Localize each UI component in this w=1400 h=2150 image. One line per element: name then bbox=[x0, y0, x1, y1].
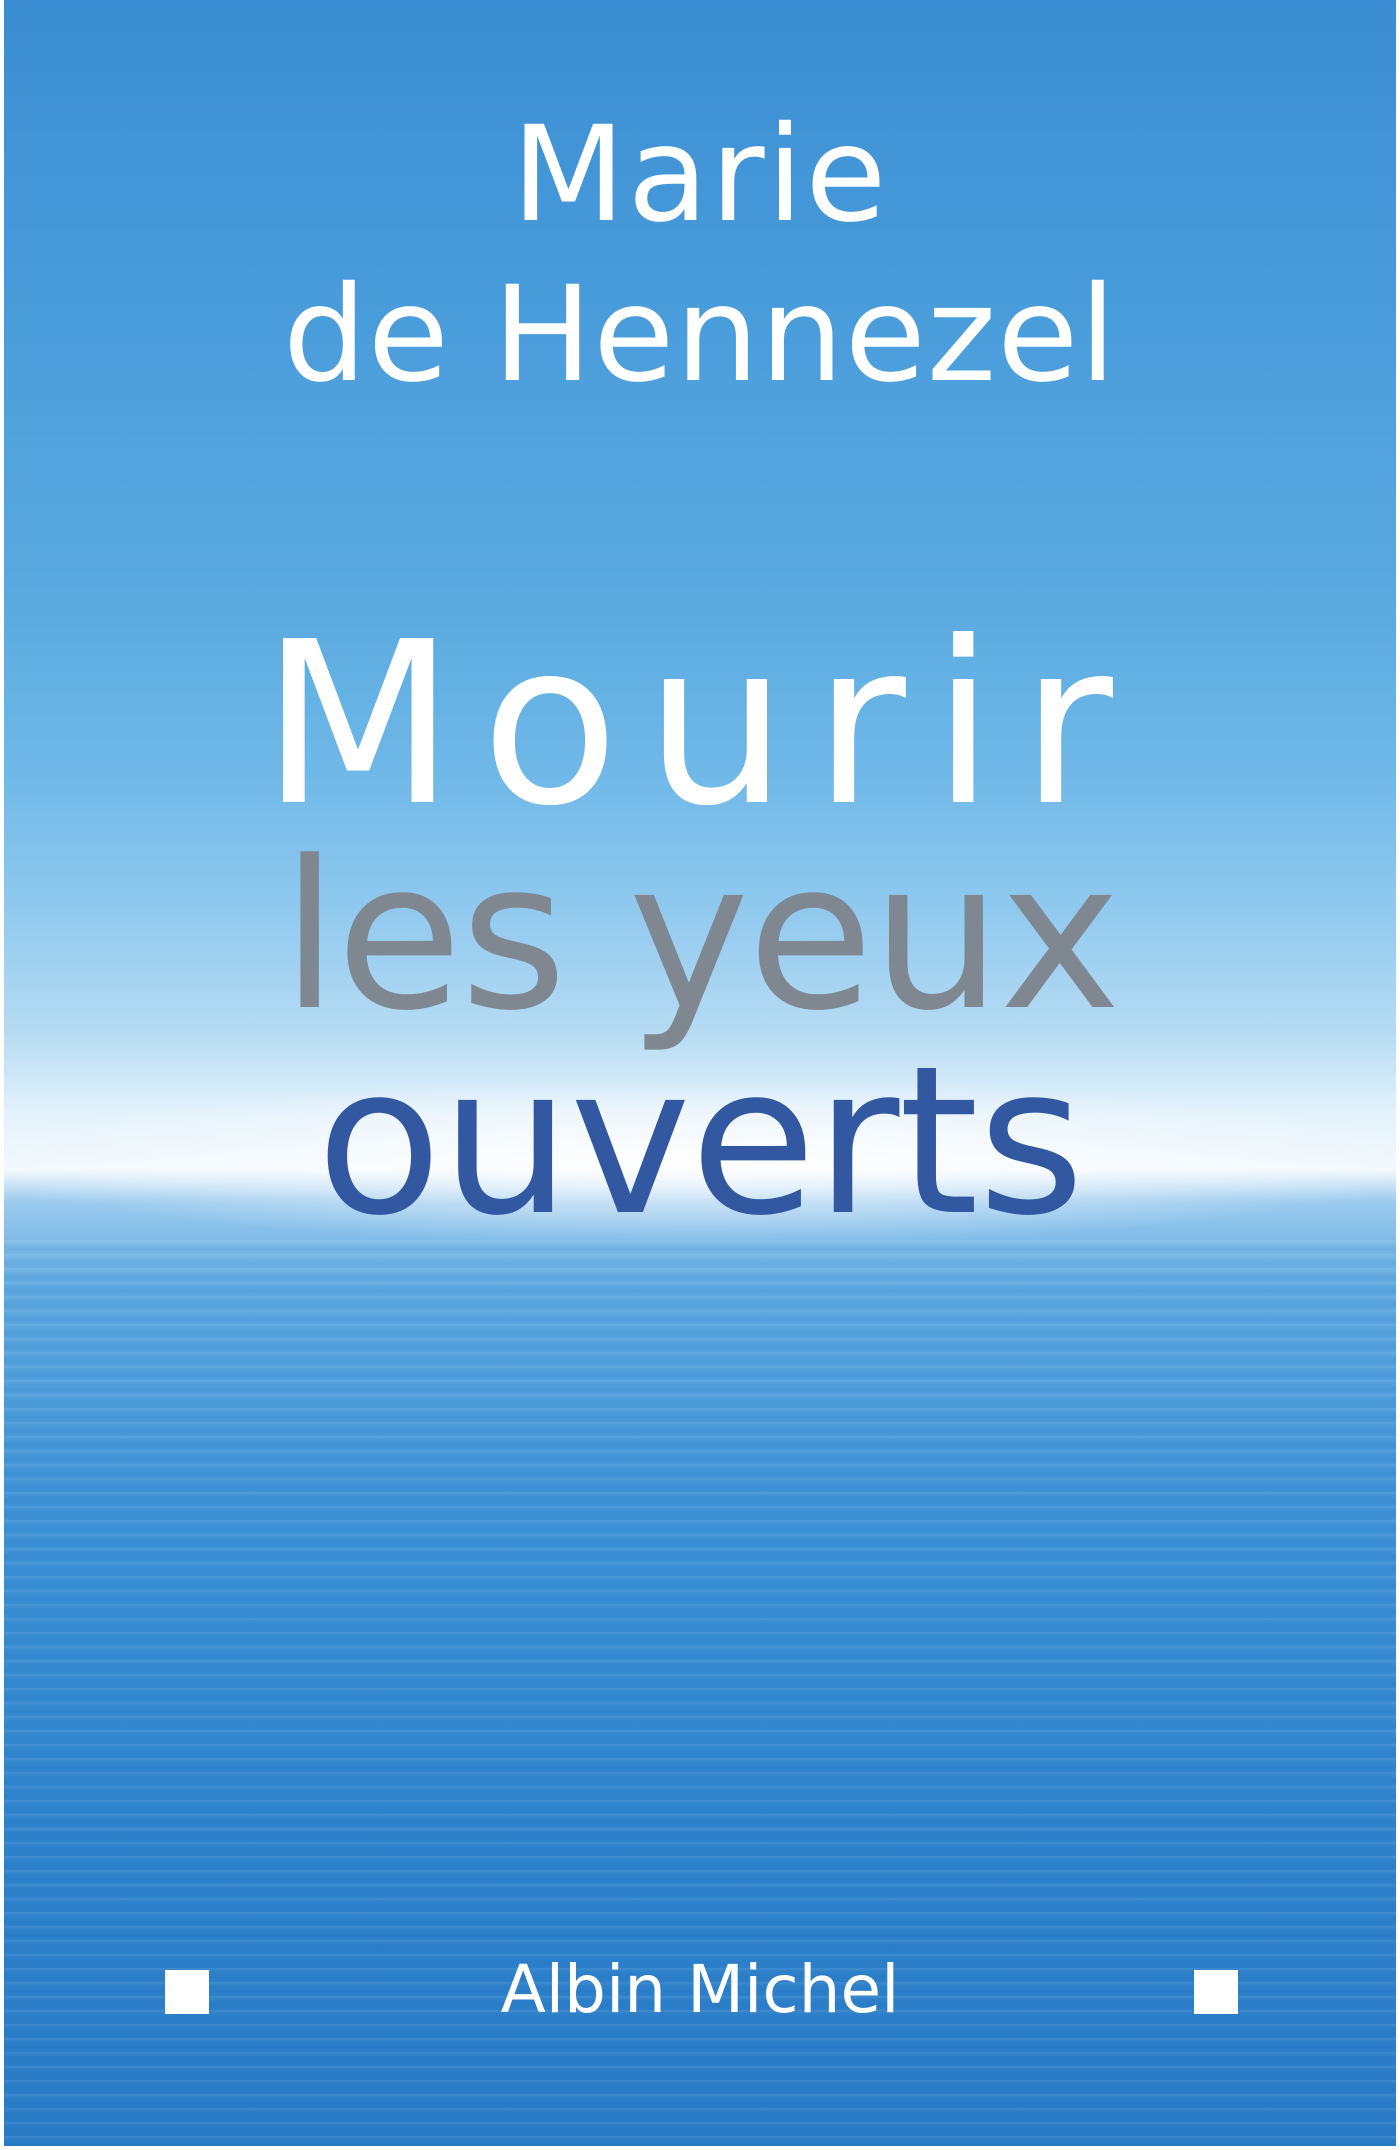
title-line-1: Mourir bbox=[261, 594, 1139, 856]
publisher-name: Albin Michel bbox=[500, 1951, 900, 2028]
title-line-2: les yeux bbox=[281, 818, 1121, 1056]
author-last-name: de Hennezel bbox=[282, 258, 1118, 412]
title-line-3: ouverts bbox=[316, 1023, 1084, 1261]
author-first-name: Marie bbox=[511, 98, 889, 252]
book-cover: Marie de Hennezel Mourir les yeux ouvert… bbox=[4, 0, 1396, 2146]
right-square-ornament bbox=[1194, 1970, 1238, 2014]
